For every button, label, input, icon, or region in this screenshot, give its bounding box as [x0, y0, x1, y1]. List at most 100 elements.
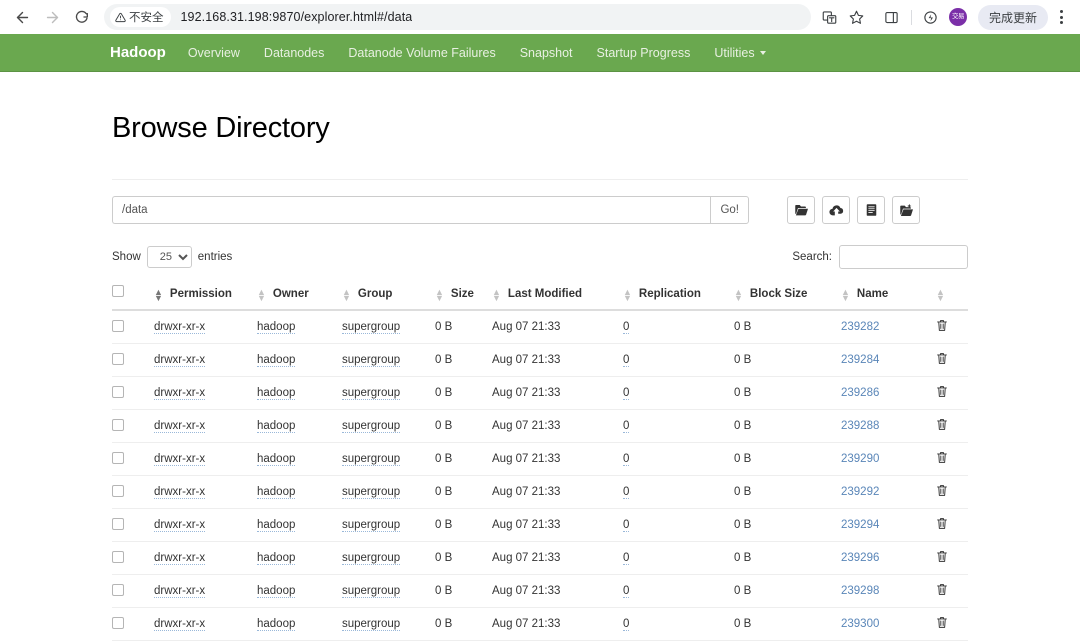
permission[interactable]: drwxr-xr-x: [154, 552, 206, 565]
entries-select[interactable]: 25: [146, 246, 192, 268]
row-checkbox[interactable]: [112, 319, 124, 332]
translate-icon[interactable]: [817, 4, 843, 30]
file-name[interactable]: 239290: [841, 453, 879, 465]
file-name[interactable]: 239282: [841, 321, 879, 333]
group[interactable]: supergroup: [342, 420, 401, 433]
replication[interactable]: 0: [623, 585, 630, 598]
reload-button[interactable]: [68, 3, 96, 31]
delete-cell[interactable]: [936, 475, 968, 509]
replication[interactable]: 0: [623, 420, 630, 433]
go-button[interactable]: Go!: [710, 196, 749, 224]
group[interactable]: supergroup: [342, 618, 401, 631]
replication[interactable]: 0: [623, 453, 630, 466]
owner[interactable]: hadoop: [257, 321, 296, 334]
row-checkbox[interactable]: [112, 484, 124, 497]
owner[interactable]: hadoop: [257, 552, 296, 565]
delete-cell[interactable]: [936, 508, 968, 542]
update-button[interactable]: 完成更新: [977, 4, 1048, 30]
row-select-cell[interactable]: [112, 574, 154, 608]
nav-link-startup-progress[interactable]: Startup Progress: [597, 46, 691, 60]
nav-link-snapshot[interactable]: Snapshot: [520, 46, 573, 60]
owner[interactable]: hadoop: [257, 585, 296, 598]
row-checkbox[interactable]: [112, 451, 124, 464]
forward-button[interactable]: [38, 3, 66, 31]
permission[interactable]: drwxr-xr-x: [154, 354, 206, 367]
select-all-checkbox[interactable]: [112, 285, 124, 297]
upload-button[interactable]: [822, 196, 850, 224]
delete-cell[interactable]: [936, 376, 968, 410]
permission[interactable]: drwxr-xr-x: [154, 486, 206, 499]
replication[interactable]: 0: [623, 618, 630, 631]
kebab-menu-icon[interactable]: [1050, 4, 1072, 30]
owner[interactable]: hadoop: [257, 453, 296, 466]
select-all-header[interactable]: [112, 279, 154, 311]
new-folder-button[interactable]: [892, 196, 920, 224]
replication[interactable]: 0: [623, 486, 630, 499]
header-block-size[interactable]: ▲ ▼ Block Size: [734, 279, 841, 311]
group[interactable]: supergroup: [342, 453, 401, 466]
trash-icon[interactable]: [936, 451, 948, 464]
row-checkbox[interactable]: [112, 517, 124, 530]
replication[interactable]: 0: [623, 354, 630, 367]
avatar[interactable]: 交易: [945, 4, 971, 30]
row-select-cell[interactable]: [112, 475, 154, 509]
side-panel-icon[interactable]: [879, 4, 905, 30]
delete-cell[interactable]: [936, 409, 968, 443]
row-checkbox[interactable]: [112, 550, 124, 563]
row-select-cell[interactable]: [112, 442, 154, 476]
file-name[interactable]: 239300: [841, 618, 879, 630]
header-name[interactable]: ▲ ▼ Name: [841, 279, 936, 311]
extension-icon[interactable]: [918, 4, 944, 30]
trash-icon[interactable]: [936, 484, 948, 497]
delete-cell[interactable]: [936, 574, 968, 608]
open-folder-button[interactable]: [787, 196, 815, 224]
delete-cell[interactable]: [936, 607, 968, 641]
nav-link-datanode-volume-failures[interactable]: Datanode Volume Failures: [348, 46, 495, 60]
trash-icon[interactable]: [936, 583, 948, 596]
delete-cell[interactable]: [936, 343, 968, 377]
row-checkbox[interactable]: [112, 583, 124, 596]
permission[interactable]: drwxr-xr-x: [154, 321, 206, 334]
permission[interactable]: drwxr-xr-x: [154, 387, 206, 400]
permission[interactable]: drwxr-xr-x: [154, 618, 206, 631]
header-owner[interactable]: ▲ ▼ Owner: [257, 279, 342, 311]
header-replication[interactable]: ▲ ▼ Replication: [623, 279, 734, 311]
nav-link-utilities[interactable]: Utilities: [714, 46, 766, 60]
search-input[interactable]: [839, 245, 968, 269]
file-name[interactable]: 239294: [841, 519, 879, 531]
brand-hadoop[interactable]: Hadoop: [110, 44, 166, 61]
permission[interactable]: drwxr-xr-x: [154, 420, 206, 433]
trash-icon[interactable]: [936, 319, 948, 332]
trash-icon[interactable]: [936, 418, 948, 431]
file-name[interactable]: 239288: [841, 420, 879, 432]
owner[interactable]: hadoop: [257, 486, 296, 499]
row-checkbox[interactable]: [112, 352, 124, 365]
trash-icon[interactable]: [936, 550, 948, 563]
file-name[interactable]: 239286: [841, 387, 879, 399]
delete-cell[interactable]: [936, 442, 968, 476]
file-name[interactable]: 239292: [841, 486, 879, 498]
file-name[interactable]: 239296: [841, 552, 879, 564]
row-select-cell[interactable]: [112, 310, 154, 344]
permission[interactable]: drwxr-xr-x: [154, 519, 206, 532]
delete-cell[interactable]: [936, 541, 968, 575]
row-select-cell[interactable]: [112, 607, 154, 641]
trash-icon[interactable]: [936, 616, 948, 629]
row-select-cell[interactable]: [112, 409, 154, 443]
replication[interactable]: 0: [623, 321, 630, 334]
owner[interactable]: hadoop: [257, 420, 296, 433]
trash-icon[interactable]: [936, 385, 948, 398]
row-checkbox[interactable]: [112, 616, 124, 629]
group[interactable]: supergroup: [342, 486, 401, 499]
cut-paste-button[interactable]: [857, 196, 885, 224]
permission[interactable]: drwxr-xr-x: [154, 585, 206, 598]
group[interactable]: supergroup: [342, 354, 401, 367]
group[interactable]: supergroup: [342, 585, 401, 598]
group[interactable]: supergroup: [342, 519, 401, 532]
star-icon[interactable]: [844, 4, 870, 30]
header-permission[interactable]: ▲ ▼ Permission: [154, 279, 257, 311]
header-size[interactable]: ▲ ▼ Size: [435, 279, 492, 311]
replication[interactable]: 0: [623, 387, 630, 400]
permission[interactable]: drwxr-xr-x: [154, 453, 206, 466]
row-checkbox[interactable]: [112, 418, 124, 431]
